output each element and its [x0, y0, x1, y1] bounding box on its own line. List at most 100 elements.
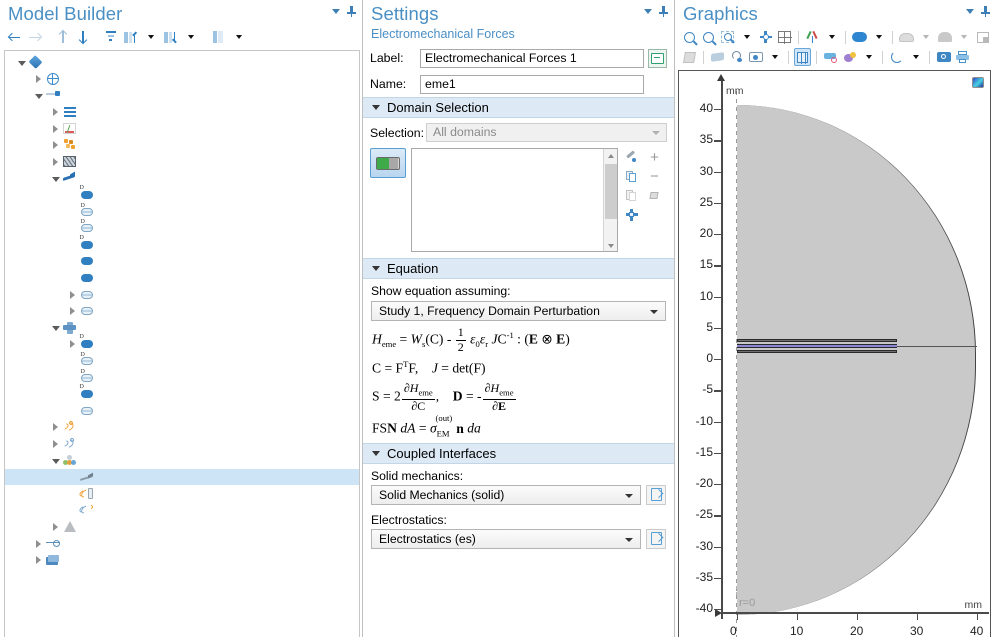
scene-light-icon[interactable] — [841, 48, 858, 66]
tree-item[interactable] — [5, 87, 359, 104]
equation-header[interactable]: Equation — [363, 258, 674, 279]
domain-list-scrollbar[interactable] — [603, 149, 617, 251]
twisty-icon[interactable] — [66, 471, 79, 484]
copy-selection-icon[interactable] — [623, 168, 640, 185]
tree-item[interactable] — [5, 320, 359, 337]
tree-item[interactable] — [5, 369, 359, 386]
tree-item[interactable] — [5, 552, 359, 569]
tree-item[interactable] — [5, 384, 359, 403]
model-builder-toolbar[interactable] — [0, 26, 362, 48]
twisty-icon[interactable] — [66, 238, 79, 251]
electrostatics-goto-button[interactable] — [646, 528, 666, 549]
graphics-header-controls[interactable] — [966, 6, 990, 17]
twisty-icon[interactable] — [66, 371, 79, 384]
select-edges-icon[interactable] — [936, 28, 953, 46]
graphics-toolbar-row-1[interactable] — [675, 26, 996, 48]
zoom-extents-icon[interactable] — [719, 28, 736, 46]
show-hide-dropdown-icon[interactable] — [229, 28, 248, 47]
zoom-out-icon[interactable] — [700, 28, 717, 46]
twisty-icon[interactable] — [66, 222, 79, 235]
tree-item[interactable] — [5, 54, 359, 71]
model-tree[interactable] — [4, 50, 360, 637]
expand-level-up-icon[interactable] — [121, 28, 140, 47]
twisty-icon[interactable] — [66, 189, 79, 202]
domain-selection-header[interactable]: Domain Selection — [363, 97, 674, 118]
graphics-plot-area[interactable]: mm mm r=0 40 35 30 25 20 15 10 5 0 -5 -10 -15 -20 -25… — [678, 70, 991, 637]
delete-plot-icon[interactable] — [822, 48, 839, 66]
study-dropdown[interactable]: Study 1, Frequency Domain Perturbation — [371, 301, 666, 321]
tree-item[interactable] — [5, 436, 359, 453]
view-hidden-icon[interactable] — [747, 48, 764, 66]
view-dropdown-icon[interactable] — [823, 28, 840, 46]
tree-item[interactable] — [5, 468, 359, 486]
chevron-down-icon[interactable] — [372, 105, 380, 110]
twisty-icon[interactable] — [49, 155, 62, 168]
tree-item[interactable] — [5, 303, 359, 320]
domain-list-item[interactable] — [412, 149, 617, 166]
show-hide-icon[interactable] — [209, 28, 228, 47]
move-down-icon[interactable] — [73, 28, 92, 47]
chevron-down-icon[interactable] — [644, 9, 652, 14]
twisty-icon[interactable] — [66, 305, 79, 318]
paste-selection-icon[interactable] — [623, 187, 640, 204]
tree-item[interactable] — [5, 270, 359, 287]
print-icon[interactable] — [954, 48, 971, 66]
active-toggle-button[interactable] — [370, 148, 406, 178]
edges-dropdown-icon[interactable] — [955, 28, 972, 46]
tree-item[interactable] — [5, 235, 359, 254]
twisty-icon[interactable] — [66, 404, 79, 417]
tree-item[interactable] — [5, 452, 359, 469]
collapse-all-icon[interactable] — [101, 28, 120, 47]
active-selection-icon[interactable] — [623, 149, 640, 166]
zoom-to-selection-icon[interactable] — [757, 28, 774, 46]
tree-item[interactable] — [5, 120, 359, 137]
equation-display-button[interactable] — [648, 48, 667, 68]
tree-item[interactable] — [5, 253, 359, 270]
pin-icon[interactable] — [981, 6, 990, 17]
transparency-icon[interactable] — [888, 48, 905, 66]
remove-from-selection-icon[interactable]: − — [646, 168, 663, 185]
domain-list-item[interactable] — [412, 183, 617, 200]
model-builder-header-controls[interactable] — [332, 6, 356, 17]
twisty-icon[interactable] — [49, 106, 62, 119]
twisty-icon[interactable] — [49, 122, 62, 135]
tree-item[interactable] — [5, 170, 359, 187]
domain-list-item[interactable] — [412, 218, 617, 235]
go-back-icon[interactable] — [5, 28, 24, 47]
tree-item[interactable] — [5, 137, 359, 154]
scroll-up-icon[interactable] — [604, 149, 617, 163]
go-to-default-view-icon[interactable] — [804, 28, 821, 46]
hide-geometry-icon[interactable] — [709, 48, 726, 66]
twisty-icon[interactable] — [66, 504, 79, 517]
domain-list-item[interactable] — [412, 235, 617, 251]
twisty-icon[interactable] — [49, 139, 62, 152]
twisty-icon[interactable] — [66, 487, 79, 500]
tree-item[interactable] — [5, 71, 359, 88]
zoom-box-icon[interactable] — [776, 28, 793, 46]
chevron-down-icon[interactable] — [966, 9, 974, 14]
tree-item[interactable] — [5, 104, 359, 121]
domain-list-item[interactable] — [412, 201, 617, 218]
label-input[interactable]: Electromechanical Forces 1 — [420, 48, 644, 68]
twisty-icon[interactable] — [49, 520, 62, 533]
zoom-dropdown-icon[interactable] — [738, 28, 755, 46]
pin-icon[interactable] — [347, 6, 356, 17]
transparency-dropdown-icon[interactable] — [907, 48, 924, 66]
chevron-down-icon[interactable] — [372, 266, 380, 271]
diaphragm-stack[interactable] — [737, 339, 897, 355]
tree-item[interactable] — [5, 203, 359, 220]
pin-icon[interactable] — [659, 6, 668, 17]
coupled-interfaces-header[interactable]: Coupled Interfaces — [363, 442, 674, 464]
name-input[interactable]: eme1 — [420, 74, 644, 94]
clear-selection-icon[interactable] — [646, 187, 663, 204]
twisty-icon[interactable] — [66, 288, 79, 301]
tree-item[interactable] — [5, 485, 359, 502]
selection-dropdown[interactable]: All domains — [426, 123, 667, 142]
add-to-selection-icon[interactable]: + — [646, 149, 663, 166]
domain-list[interactable] — [411, 148, 618, 252]
graphics-toolbar-row-2[interactable] — [675, 48, 996, 68]
tree-item[interactable] — [5, 502, 359, 519]
tree-item[interactable] — [5, 219, 359, 237]
zoom-selection-icon[interactable] — [623, 206, 640, 223]
twisty-icon[interactable] — [32, 554, 45, 567]
